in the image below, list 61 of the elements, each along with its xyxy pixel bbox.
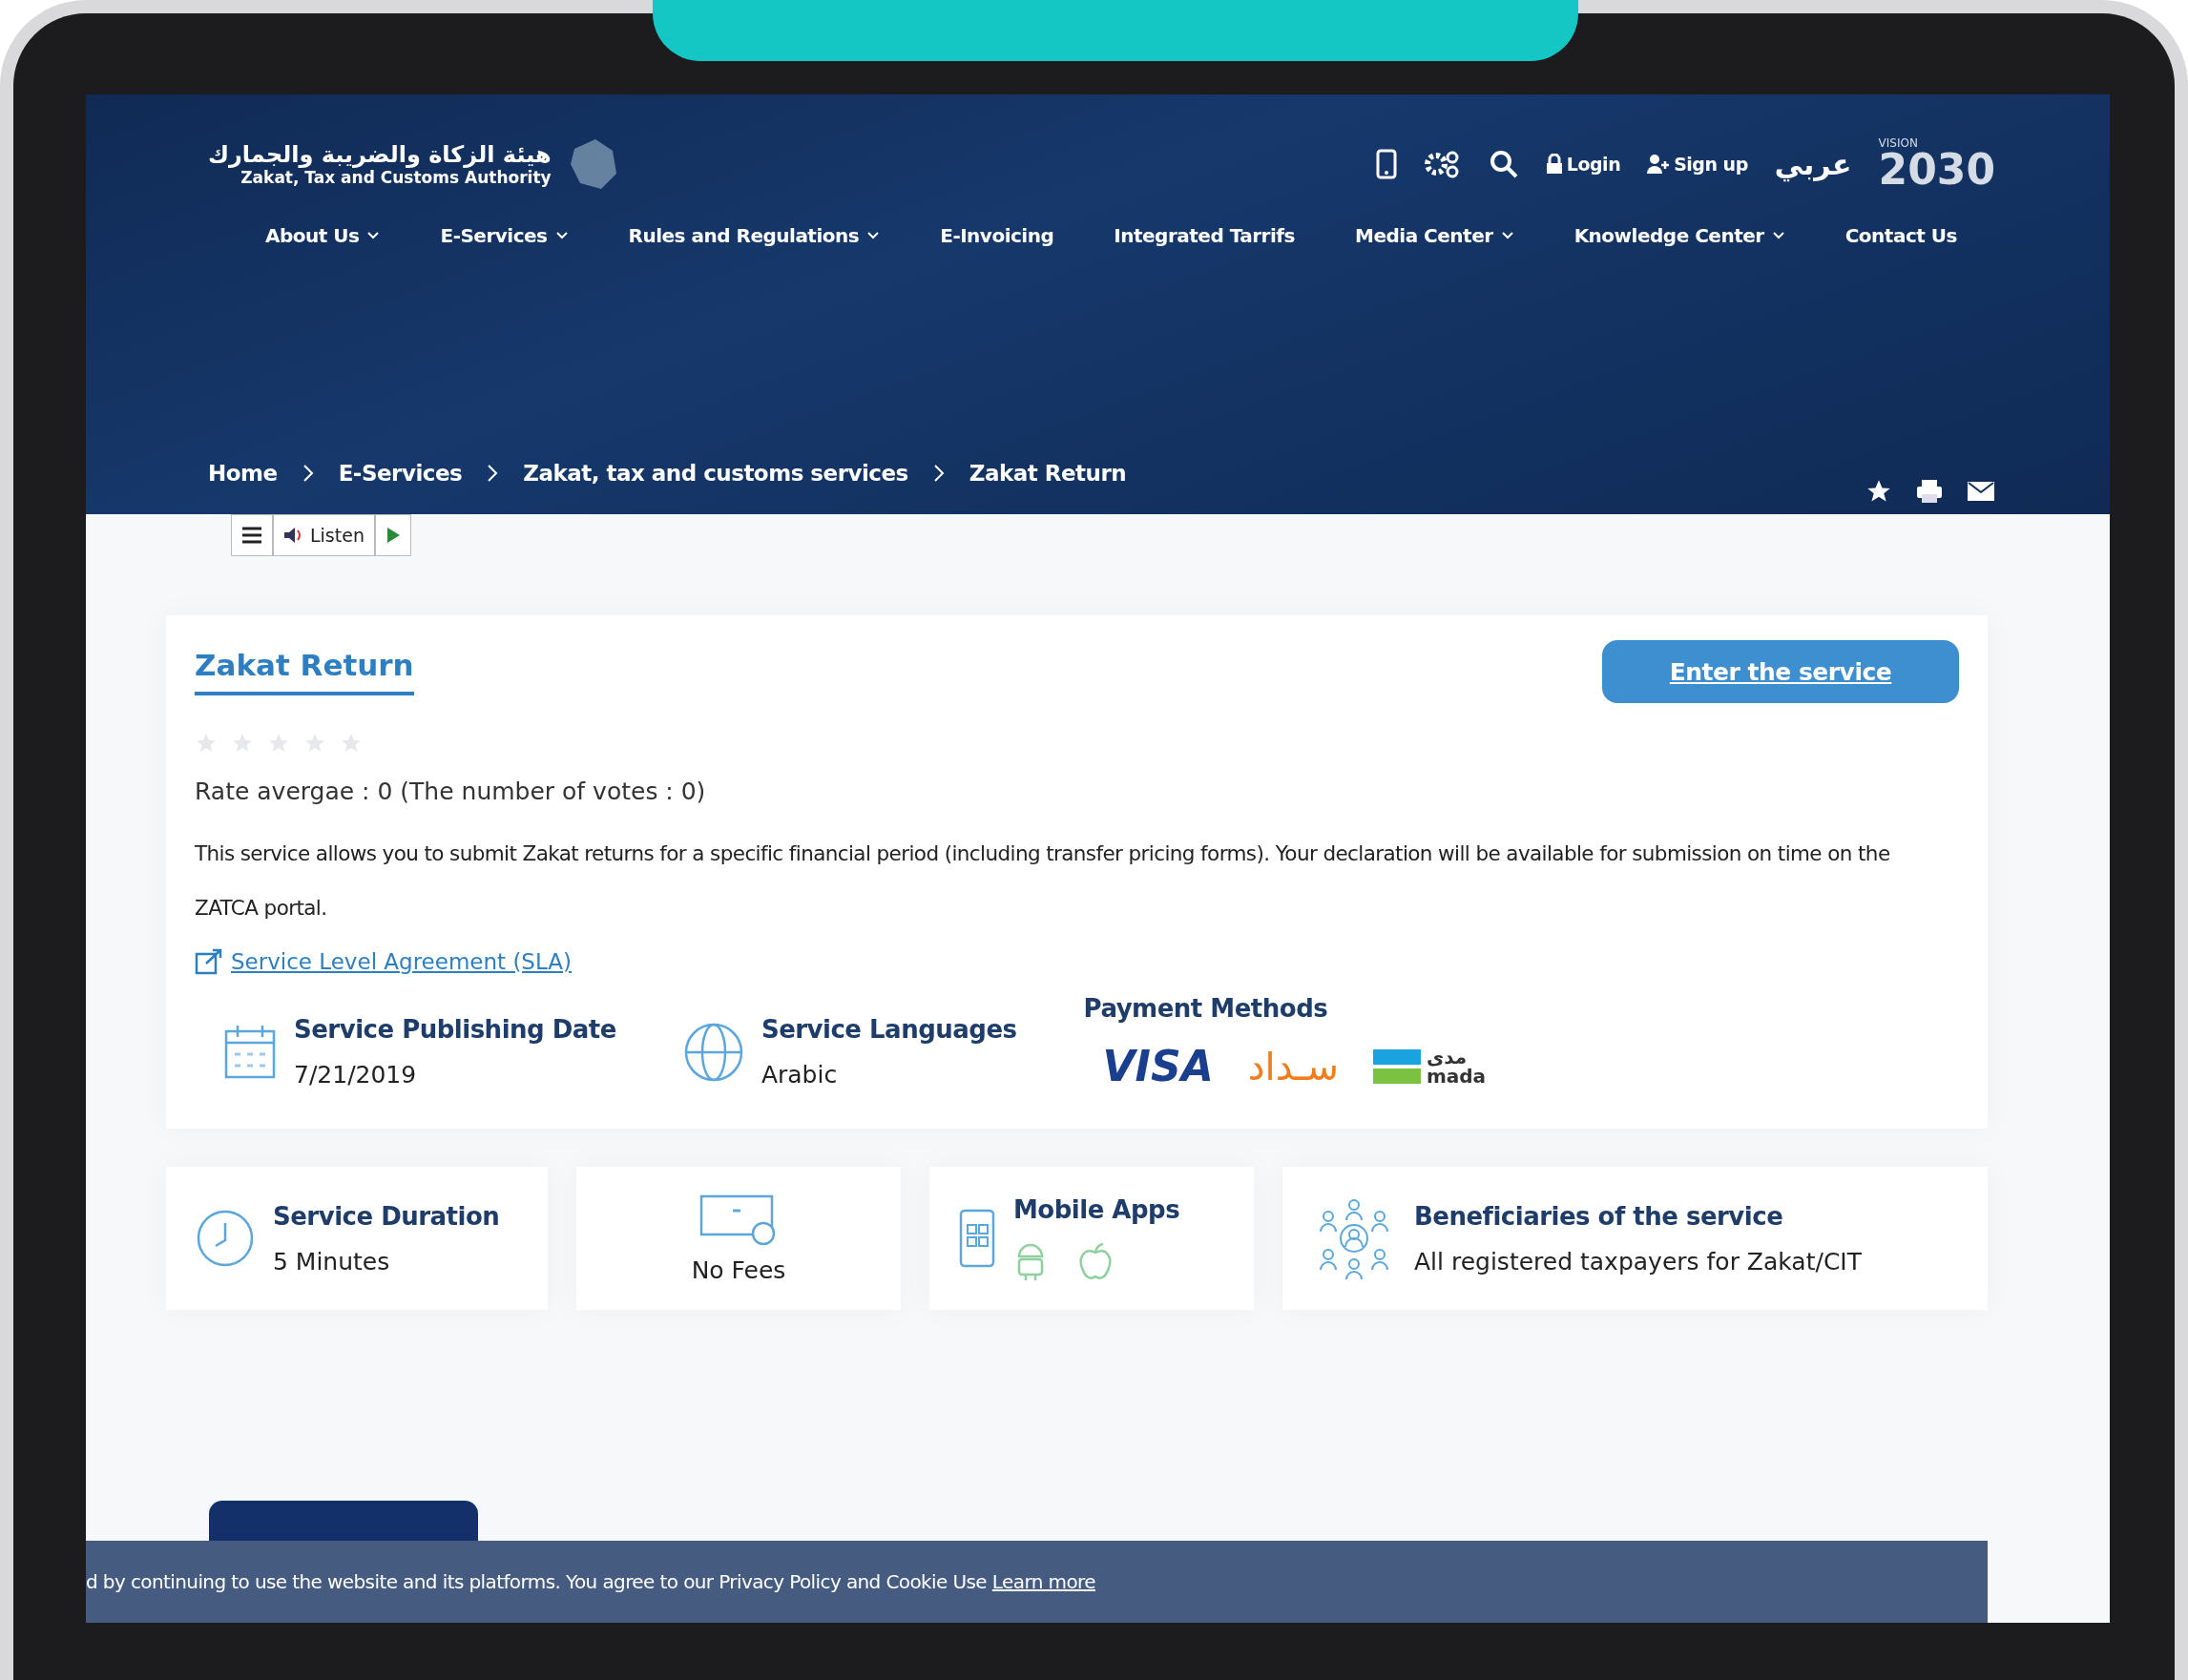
breadcrumb-link[interactable]: Zakat, tax and customs services	[523, 461, 908, 486]
service-description: This service allows you to submit Zakat returns for a specific financial period (including transfer pricing forms). Your declaration will be available for submission on time on the ZATCA portal.	[195, 840, 1891, 922]
nav-item[interactable]: About Us	[265, 224, 381, 247]
nav-item[interactable]: E-Invoicing	[940, 224, 1054, 247]
sadad-logo: سـداد	[1247, 1044, 1339, 1089]
sla-link[interactable]: Service Level Agreement (SLA)	[195, 948, 1959, 975]
card-label: Service Duration	[273, 1201, 500, 1231]
logo-english-text: Zakat, Tax and Customs Authority	[240, 168, 552, 187]
play-button[interactable]	[374, 514, 411, 556]
nav-item[interactable]: Contact Us	[1844, 224, 1957, 247]
globe-icon	[682, 1021, 744, 1083]
breadcrumb-link[interactable]: Zakat Return	[969, 461, 1127, 486]
lock-icon	[1545, 154, 1563, 175]
menu-button[interactable]	[231, 514, 273, 556]
mada-arabic-text: مدى	[1426, 1047, 1469, 1067]
nav-item[interactable]: Media Center	[1355, 224, 1514, 247]
clock-icon	[195, 1208, 256, 1269]
nav-item[interactable]: E-Services	[440, 224, 569, 247]
card-value: 5 Minutes	[273, 1247, 391, 1276]
nav-item[interactable]: Rules and Regulations	[628, 224, 881, 247]
logo-arabic-text: هيئة الزكاة والضريبة والجمارك	[208, 141, 552, 168]
payment-methods-label: Payment Methods	[1083, 994, 1329, 1023]
mada-text: mada	[1426, 1066, 1487, 1086]
vision-logo: VISION 2030	[1878, 137, 1995, 191]
apple-icon[interactable]	[1076, 1241, 1115, 1281]
menu-icon	[241, 527, 262, 544]
card-value: No Fees	[691, 1255, 786, 1284]
card-label: Beneficiaries of the service	[1414, 1201, 1784, 1231]
play-icon	[385, 527, 401, 544]
mobile-app-icon	[958, 1208, 996, 1269]
info-label: Service Languages	[761, 1015, 1017, 1044]
visa-logo: VISA	[1102, 1042, 1214, 1090]
mobile-icon[interactable]	[1375, 149, 1397, 179]
nav-item[interactable]: Knowledge Center	[1573, 224, 1785, 247]
chevron-right-icon	[932, 464, 945, 483]
breadcrumb-link[interactable]: E-Services	[338, 461, 463, 486]
login-link[interactable]: Login	[1545, 154, 1621, 175]
nav-item[interactable]: Integrated Tarrifs	[1114, 224, 1295, 247]
chevron-right-icon	[302, 464, 314, 483]
mail-icon[interactable]	[1967, 480, 1995, 503]
print-icon[interactable]	[1915, 478, 1944, 505]
cookie-text: d by continuing to use the website and its platforms. You agree to our Privacy Policy and Cookie Use Learn more	[86, 1570, 1095, 1593]
add-user-icon	[1647, 154, 1671, 175]
service-title: Zakat Return	[195, 648, 414, 695]
card-label: Mobile Apps	[1013, 1195, 1180, 1224]
info-value: Arabic	[761, 1061, 839, 1089]
external-link-icon	[195, 948, 223, 975]
learn-more-link[interactable]: Learn more	[991, 1570, 1095, 1593]
calendar-icon	[223, 1023, 277, 1081]
info-value: 7/21/2019	[294, 1061, 418, 1089]
chevron-right-icon	[487, 464, 499, 483]
language-link[interactable]: عربي	[1774, 147, 1852, 181]
rating-text: Rate avergae : 0 (The number of votes : 0)	[195, 778, 707, 805]
info-label: Service Publishing Date	[294, 1015, 616, 1044]
listen-button[interactable]: Listen	[273, 514, 375, 556]
mada-bars-icon	[1372, 1047, 1421, 1086]
breadcrumb-link[interactable]: Home	[208, 461, 278, 486]
card-value: All registered taxpayers for Zakat/CIT	[1414, 1247, 1862, 1276]
search-icon[interactable]	[1488, 149, 1519, 179]
signup-link[interactable]: Sign up	[1647, 154, 1748, 175]
chat-widget-tab[interactable]	[209, 1501, 478, 1541]
